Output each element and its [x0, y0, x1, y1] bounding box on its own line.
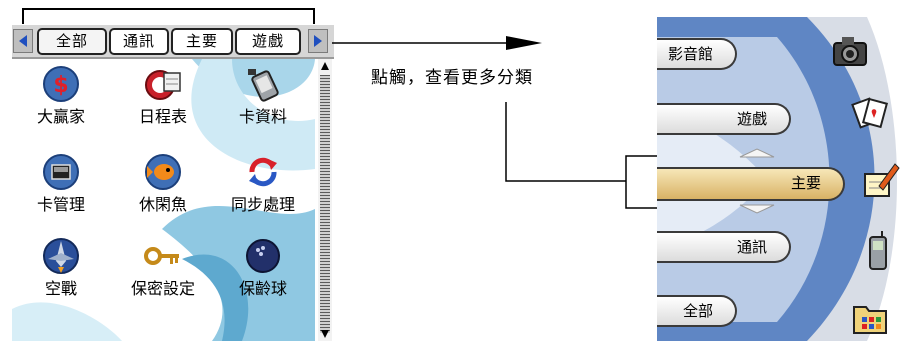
folder-apps-icon[interactable] — [850, 297, 890, 337]
menu-item-all[interactable]: 全部 — [657, 295, 737, 327]
menu-item-communication[interactable]: 通訊 — [657, 231, 791, 263]
mobile-phone-icon[interactable] — [858, 231, 898, 271]
menu-item-main-selected[interactable]: 主要 — [657, 167, 845, 201]
camera-icon[interactable] — [830, 31, 870, 71]
notepad-pencil-icon[interactable] — [861, 160, 901, 200]
annotation-text: 點觸，查看更多分類 — [371, 68, 533, 88]
menu-item-audio-video[interactable]: 影音館 — [657, 38, 737, 70]
right-category-screen: 影音館 遊戲 主要 通訊 全部 — [657, 17, 924, 341]
menu-item-games[interactable]: 遊戲 — [657, 103, 791, 135]
playing-cards-icon[interactable] — [850, 93, 890, 133]
